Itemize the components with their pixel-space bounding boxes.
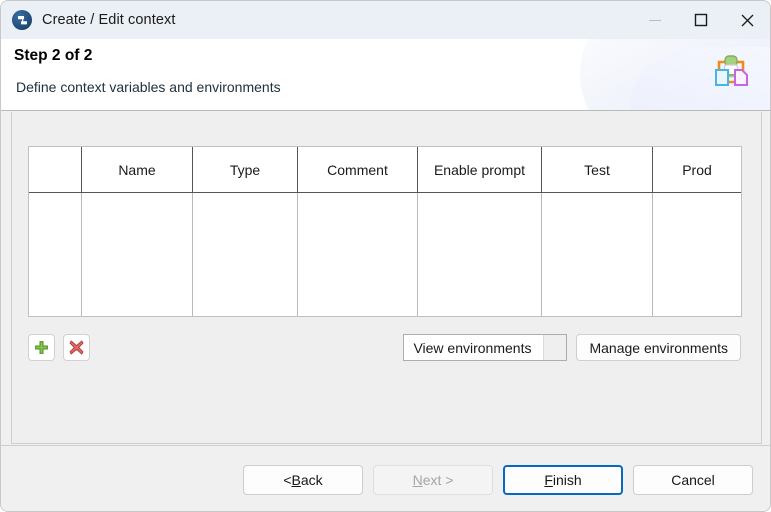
back-suffix: ack — [301, 472, 323, 488]
table-header-row: Name Type Comment Enable prompt Test Pro… — [29, 147, 741, 193]
cell-comment[interactable] — [298, 193, 418, 317]
cell-prod[interactable] — [653, 193, 742, 317]
cancel-label: Cancel — [671, 472, 715, 488]
view-environments-dropdown-icon[interactable] — [543, 335, 566, 360]
column-header-comment[interactable]: Comment — [298, 147, 418, 193]
add-row-button[interactable] — [28, 334, 55, 361]
manage-environments-label: Manage environments — [589, 340, 728, 356]
column-header-enable-prompt[interactable]: Enable prompt — [418, 147, 542, 193]
window-title: Create / Edit context — [42, 12, 175, 28]
cell-select[interactable] — [29, 193, 82, 317]
title-bar: Create / Edit context — [1, 1, 770, 39]
close-icon — [740, 13, 755, 28]
remove-row-button[interactable] — [63, 334, 90, 361]
cell-test[interactable] — [542, 193, 653, 317]
column-header-name[interactable]: Name — [82, 147, 193, 193]
finish-suffix: inish — [553, 472, 582, 488]
close-button[interactable] — [724, 1, 770, 39]
footer-button-group: < Back Next > Finish Cancel — [243, 465, 753, 495]
context-variables-table[interactable]: Name Type Comment Enable prompt Test Pro… — [28, 146, 742, 317]
window-controls — [632, 1, 770, 39]
next-button[interactable]: Next > — [373, 465, 493, 495]
finish-mnemonic: F — [544, 472, 553, 488]
column-header-select[interactable] — [29, 147, 82, 193]
column-header-type[interactable]: Type — [193, 147, 298, 193]
cross-icon — [69, 340, 84, 355]
cancel-button[interactable]: Cancel — [633, 465, 753, 495]
row-actions — [28, 334, 90, 361]
manage-environments-button[interactable]: Manage environments — [576, 334, 741, 361]
cell-enable-prompt[interactable] — [418, 193, 542, 317]
page-subtitle: Define context variables and environment… — [16, 79, 281, 95]
finish-button[interactable]: Finish — [503, 465, 623, 495]
plus-icon — [34, 340, 49, 355]
environment-actions: View environments Manage environments — [403, 334, 741, 361]
column-header-prod[interactable]: Prod — [653, 147, 742, 193]
context-group-icon — [708, 49, 754, 95]
dialog-footer: < Back Next > Finish Cancel — [1, 445, 770, 512]
minimize-button[interactable] — [632, 1, 678, 39]
wizard-header: Step 2 of 2 Define context variables and… — [1, 39, 770, 111]
back-button[interactable]: < Back — [243, 465, 363, 495]
column-header-test[interactable]: Test — [542, 147, 653, 193]
next-suffix: ext > — [423, 472, 454, 488]
maximize-button[interactable] — [678, 1, 724, 39]
maximize-icon — [694, 13, 708, 27]
dialog-window: Create / Edit context Step 2 of 2 — [0, 0, 771, 512]
table-empty-body-row — [29, 193, 741, 317]
content-panel: Name Type Comment Enable prompt Test Pro… — [11, 112, 762, 444]
next-mnemonic: N — [413, 472, 423, 488]
cell-type[interactable] — [193, 193, 298, 317]
cell-name[interactable] — [82, 193, 193, 317]
page-title: Step 2 of 2 — [14, 47, 92, 65]
app-icon — [12, 10, 32, 30]
back-prefix: < — [283, 472, 291, 488]
minimize-icon — [648, 13, 662, 27]
view-environments-button[interactable]: View environments — [403, 334, 567, 361]
back-mnemonic: B — [292, 472, 301, 488]
view-environments-label: View environments — [404, 335, 543, 360]
